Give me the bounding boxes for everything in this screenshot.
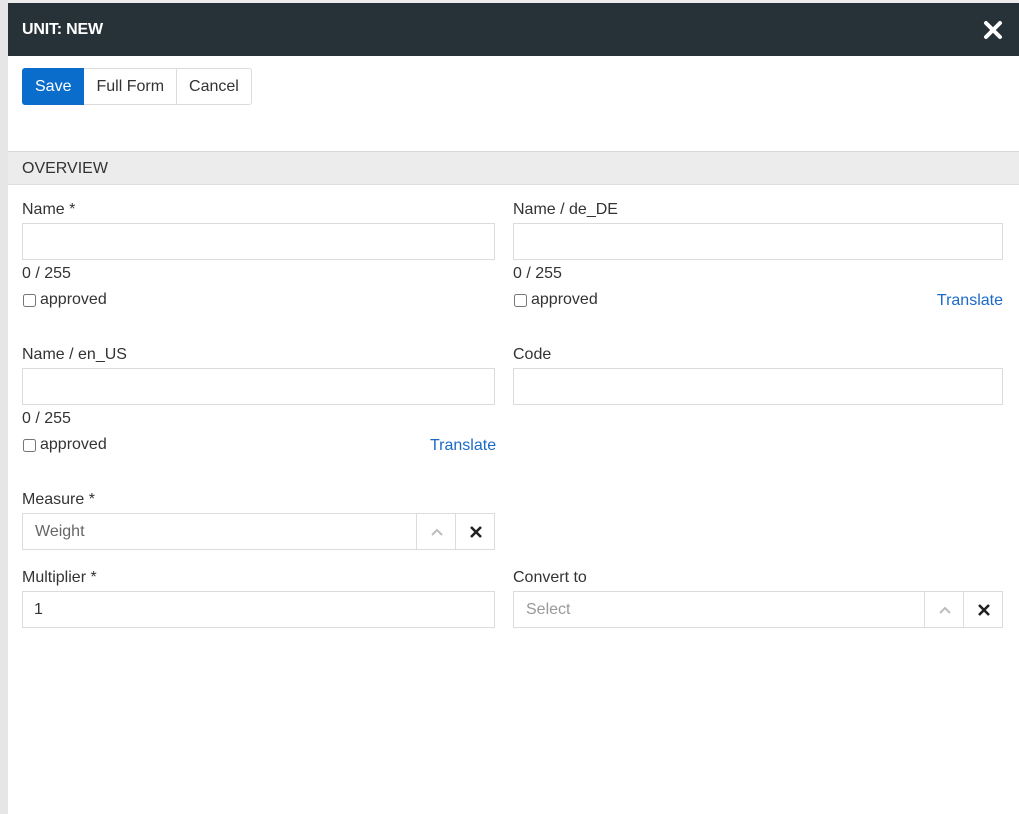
measure-expand-button[interactable] <box>416 514 456 549</box>
name-de-approved: approved <box>513 291 598 309</box>
full-form-button[interactable]: Full Form <box>84 68 178 105</box>
measure-clear-button[interactable] <box>455 514 495 549</box>
measure-label: Measure * <box>22 491 95 508</box>
name-en-translate-link[interactable]: Translate <box>430 437 496 455</box>
name-approved-label: approved <box>40 291 107 308</box>
modal-header: UNIT: NEW <box>8 3 1019 56</box>
unit-modal: UNIT: NEW Save Full Form Cancel OVERVIEW… <box>8 3 1019 814</box>
name-de-label: Name / de_DE <box>513 201 618 218</box>
name-en-approved: approved <box>22 436 107 454</box>
name-approved: approved <box>22 291 107 309</box>
name-de-approved-checkbox[interactable] <box>514 293 527 307</box>
name-de-approved-label: approved <box>531 291 598 308</box>
convert-to-clear-button[interactable] <box>963 592 1003 627</box>
multiplier-input[interactable] <box>22 591 495 628</box>
measure-select[interactable]: Weight <box>22 513 495 550</box>
multiplier-label: Multiplier * <box>22 569 97 586</box>
convert-to-label: Convert to <box>513 569 587 586</box>
name-en-input[interactable] <box>22 368 495 405</box>
name-de-input[interactable] <box>513 223 1003 260</box>
name-char-counter: 0 / 255 <box>22 265 71 282</box>
name-en-char-counter: 0 / 255 <box>22 410 71 427</box>
measure-selected-value: Weight <box>35 523 85 540</box>
code-label: Code <box>513 346 552 363</box>
background-backdrop <box>0 0 8 814</box>
clear-icon <box>469 525 482 538</box>
name-de-char-counter: 0 / 255 <box>513 265 562 282</box>
convert-to-expand-button[interactable] <box>924 592 964 627</box>
name-input[interactable] <box>22 223 495 260</box>
name-de-translate-link[interactable]: Translate <box>937 292 1003 310</box>
name-en-approved-label: approved <box>40 436 107 453</box>
save-button[interactable]: Save <box>22 68 85 105</box>
modal-title: UNIT: NEW <box>22 21 103 38</box>
code-input[interactable] <box>513 368 1003 405</box>
toolbar: Save Full Form Cancel <box>22 68 252 105</box>
close-icon[interactable] <box>980 17 1006 43</box>
cancel-button[interactable]: Cancel <box>177 68 252 105</box>
name-en-label: Name / en_US <box>22 346 127 363</box>
name-label: Name * <box>22 201 76 218</box>
chevron-up-icon <box>430 528 443 536</box>
clear-icon <box>977 603 990 616</box>
section-header-overview[interactable]: OVERVIEW <box>8 151 1019 185</box>
section-title: OVERVIEW <box>22 160 108 177</box>
convert-to-placeholder: Select <box>526 601 571 618</box>
chevron-up-icon <box>938 606 951 614</box>
name-en-approved-checkbox[interactable] <box>23 438 36 452</box>
name-approved-checkbox[interactable] <box>23 293 36 307</box>
convert-to-select[interactable]: Select <box>513 591 1003 628</box>
